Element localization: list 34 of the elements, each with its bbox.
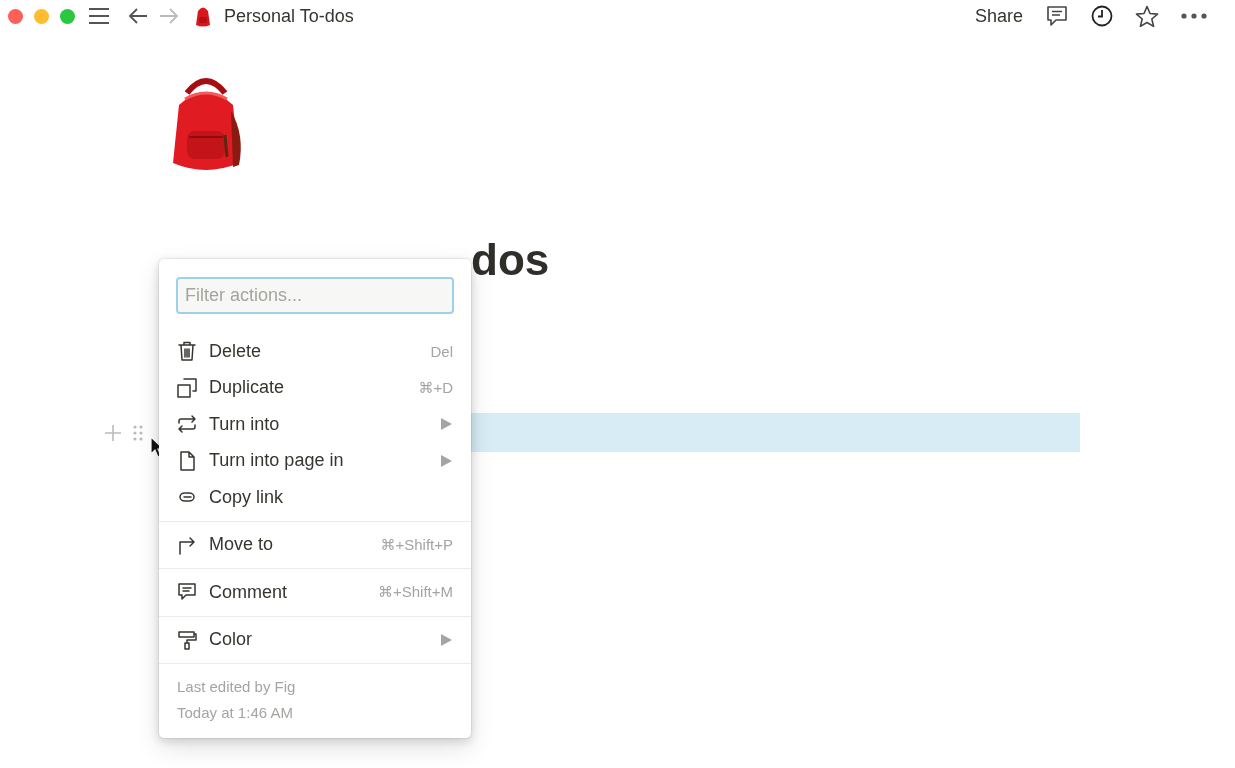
shortcut-hint: ⌘+Shift+M: [377, 583, 453, 602]
menu-icon[interactable]: [88, 7, 110, 25]
add-block-icon[interactable]: [104, 423, 122, 442]
menu-item[interactable]: Color: [159, 621, 471, 658]
breadcrumb[interactable]: Personal To-dos: [224, 5, 354, 27]
shortcut-hint: Del: [430, 342, 453, 360]
trash-icon: [176, 340, 198, 363]
back-arrow-icon[interactable]: [128, 8, 148, 24]
menu-item[interactable]: Copy link: [159, 479, 471, 516]
shortcut-hint: ⌘+Shift+P: [380, 535, 453, 554]
edit-info-text: Today at 1:46 AM: [177, 703, 294, 723]
drag-handle-icon[interactable]: [132, 423, 144, 442]
minimize-window-button[interactable]: [34, 8, 49, 24]
menu-item[interactable]: Delete Del: [159, 333, 471, 370]
menu-item[interactable]: Duplicate ⌘+D: [159, 369, 471, 406]
duplicate-icon: [176, 376, 198, 399]
more-icon[interactable]: [1181, 13, 1207, 19]
paint-roller-icon: [176, 628, 198, 651]
clock-icon[interactable]: [1091, 5, 1113, 27]
close-window-button[interactable]: [8, 8, 23, 24]
share-button[interactable]: Share: [974, 5, 1023, 27]
star-icon[interactable]: [1135, 4, 1159, 28]
shortcut-hint: ⌘+D: [418, 378, 453, 397]
filter-field[interactable]: Filter actions...: [176, 277, 454, 314]
menu-item[interactable]: Move to ⌘+Shift+P: [159, 526, 471, 563]
menu-item[interactable]: Turn into page in: [159, 442, 471, 479]
zoom-window-button[interactable]: [60, 8, 75, 24]
menu-item[interactable]: Turn into: [159, 406, 471, 443]
edit-info-text: Last edited by Fig: [177, 677, 297, 697]
backpack-icon: [194, 5, 212, 27]
comment-icon[interactable]: [1045, 5, 1069, 27]
menu-item[interactable]: Comment ⌘+Shift+M: [159, 574, 471, 611]
page-title: dos: [471, 235, 550, 285]
repeat-icon: [176, 413, 198, 436]
